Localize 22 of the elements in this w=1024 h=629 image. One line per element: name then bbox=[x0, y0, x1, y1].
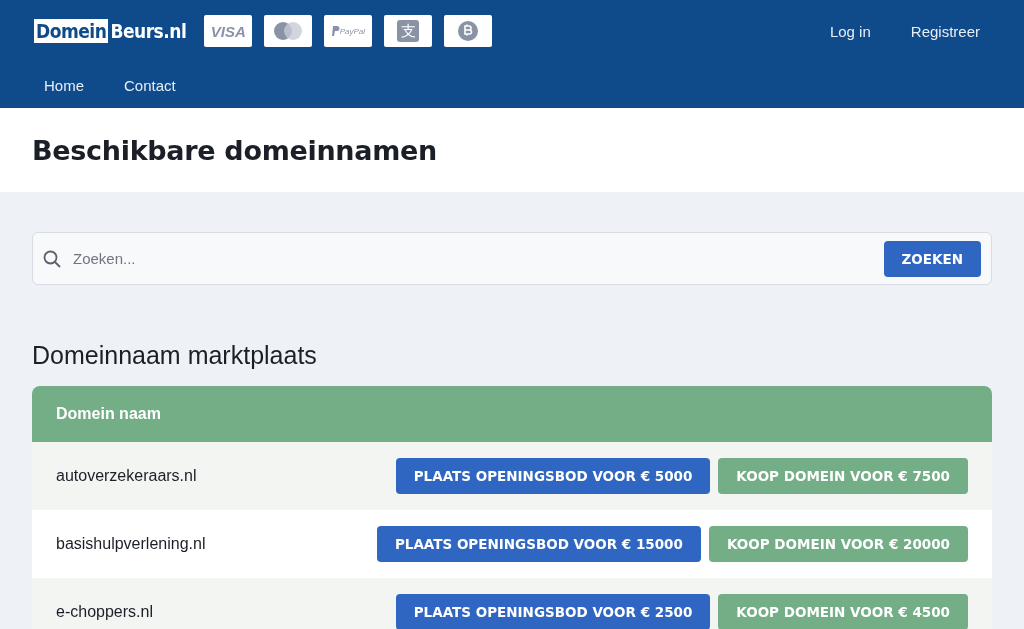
column-header: Domein naam bbox=[32, 386, 992, 442]
auth-link[interactable]: Log in bbox=[829, 22, 871, 40]
search-icon bbox=[43, 249, 61, 268]
nav-link[interactable]: Contact bbox=[124, 76, 176, 94]
search-field[interactable]: Zoeken... ZOEKEN bbox=[32, 232, 992, 285]
bid-button[interactable]: PLAATS OPENINGSBOD VOOR € 5000 bbox=[395, 458, 711, 494]
alipay-logo: 支 bbox=[384, 15, 433, 47]
domain-name: basishulpverlening.nl bbox=[56, 535, 207, 553]
bid-button[interactable]: PLAATS OPENINGSBOD VOOR € 15000 bbox=[376, 526, 701, 562]
bid-button[interactable]: PLAATS OPENINGSBOD VOOR € 2500 bbox=[395, 594, 711, 629]
bitcoin-icon bbox=[444, 15, 493, 47]
card-circles-icon bbox=[264, 15, 313, 47]
paypal-logo: PayPal bbox=[324, 15, 373, 47]
domain-name: e-choppers.nl bbox=[56, 603, 154, 621]
section-title: Domeinnaam marktplaats bbox=[32, 341, 318, 370]
search-button[interactable]: ZOEKEN bbox=[883, 240, 981, 277]
visa-logo: VISA bbox=[204, 15, 253, 47]
domain-name: autoverzekeraars.nl bbox=[56, 467, 198, 485]
auth-link[interactable]: Registreer bbox=[910, 22, 980, 40]
site-logo[interactable]: Domein Beurs.nl bbox=[34, 19, 187, 43]
nav-link[interactable]: Home bbox=[44, 76, 84, 94]
page-title: Beschikbare domeinnamen bbox=[32, 134, 437, 166]
